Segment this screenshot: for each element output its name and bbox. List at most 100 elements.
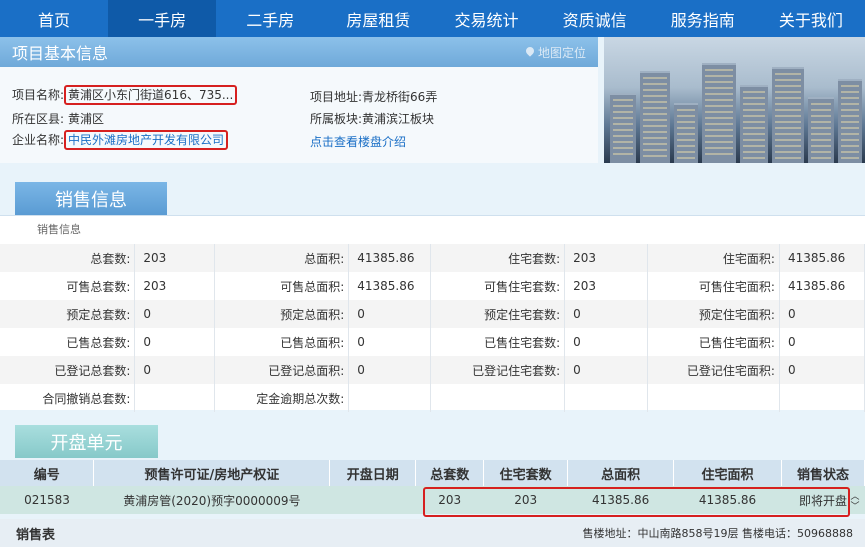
map-location-link[interactable]: 地图定位	[526, 44, 586, 61]
table-header-row: 编号 预售许可证/房地产权证 开盘日期 总套数 住宅套数 总面积 住宅面积 销售…	[0, 460, 865, 486]
nav-new-homes[interactable]: 一手房	[108, 0, 217, 37]
sales-stat-value: 0	[564, 300, 649, 328]
building-shape	[702, 63, 736, 163]
nav-second-hand[interactable]: 二手房	[216, 0, 324, 37]
nav-statistics[interactable]: 交易统计	[433, 0, 541, 37]
nav-rental[interactable]: 房屋租赁	[324, 0, 432, 37]
address-row: 项目地址:青龙桥街66弄	[310, 88, 437, 105]
address-value: 青龙桥街66弄	[362, 90, 438, 104]
residential-units: 203	[483, 486, 568, 514]
sales-stat-label	[430, 384, 566, 412]
sales-stat-value: 41385.86	[779, 244, 865, 272]
sales-stat-value: 0	[348, 356, 432, 384]
sales-stat-value: 0	[134, 300, 216, 328]
nav-credentials[interactable]: 资质诚信	[541, 0, 649, 37]
sales-stat-label: 已登记住宅面积:	[647, 356, 780, 384]
residential-area: 41385.86	[673, 486, 782, 514]
column-header: 销售状态	[781, 460, 865, 486]
sales-stat-label: 预定住宅面积:	[647, 300, 780, 328]
district-label: 所在区县:	[12, 112, 65, 126]
sales-info-row: 总套数: 203 总面积: 41385.86 住宅套数: 203 住宅面积: 41385.86	[0, 244, 865, 272]
company-row: 企业名称: 中民外滩房地产开发有限公司	[12, 130, 229, 150]
company-link[interactable]: 中民外滩房地产开发有限公司	[64, 130, 229, 150]
building-shape	[640, 71, 670, 163]
sales-office-info: 售楼地址：中山南路858号19层 售楼电话：50968888	[582, 527, 853, 540]
column-header: 开盘日期	[329, 460, 417, 486]
sales-info-subtitle: 销售信息	[37, 223, 81, 236]
sales-stat-value: 41385.86	[779, 272, 865, 300]
sales-stat-label: 住宅套数:	[430, 244, 566, 272]
sales-info-row: 已登记总套数: 0 已登记总面积: 0 已登记住宅套数: 0 已登记住宅面积: 0	[0, 356, 865, 384]
district-value: 黄浦区	[68, 112, 105, 126]
sales-stat-value: 0	[348, 300, 432, 328]
sales-stat-label: 已售住宅套数:	[430, 328, 566, 356]
building-shape	[674, 103, 698, 163]
district-row: 所在区县: 黄浦区	[12, 110, 104, 127]
sales-stat-label: 住宅面积:	[647, 244, 780, 272]
sales-info-panel: 销售信息 总套数: 203 总面积: 41385.86 住宅套数: 203 住宅面积: 413…	[0, 215, 865, 412]
sales-stat-label: 可售住宅套数:	[430, 272, 566, 300]
sales-stat-value: 0	[134, 356, 216, 384]
sales-stat-value: 203	[134, 244, 216, 272]
sales-stat-label: 可售总面积:	[214, 272, 350, 300]
project-info-header: 项目基本信息 地图定位	[0, 37, 598, 67]
building-shape	[808, 97, 834, 163]
sales-stat-label: 定金逾期总次数:	[214, 384, 350, 412]
project-name-value: 黄浦区小东门街道616、735...	[64, 85, 238, 105]
table-row[interactable]: 021583 黄浦房管(2020)预字0000009号 203 203 4138…	[0, 486, 865, 514]
sales-stat-label: 预定总套数:	[0, 300, 136, 328]
sales-stat-label: 可售住宅面积:	[647, 272, 780, 300]
nav-service-guide[interactable]: 服务指南	[649, 0, 757, 37]
sales-stat-value	[134, 384, 216, 412]
sales-stat-label: 已登记总面积:	[214, 356, 350, 384]
sales-stat-value	[348, 384, 432, 412]
sales-stat-label: 已售总套数:	[0, 328, 136, 356]
block-value: 黄浦滨江板块	[362, 112, 435, 126]
total-units: 203	[415, 486, 484, 514]
project-intro-link[interactable]: 点击查看楼盘介绍	[310, 133, 406, 150]
sales-info-row: 已售总套数: 0 已售总面积: 0 已售住宅套数: 0 已售住宅面积: 0	[0, 328, 865, 356]
permit-number: 黄浦房管(2020)预字0000009号	[93, 486, 330, 514]
sales-info-tab[interactable]: 销售信息	[15, 182, 167, 215]
sales-stat-label: 预定总面积:	[214, 300, 350, 328]
sales-stat-value: 0	[779, 328, 865, 356]
sales-stat-label: 可售总套数:	[0, 272, 136, 300]
scroll-arrows-icon[interactable]: ︿ ﹀	[848, 489, 862, 515]
sales-stat-label: 预定住宅套数:	[430, 300, 566, 328]
top-nav: 首页 一手房 二手房 房屋租赁 交易统计 资质诚信 服务指南 关于我们	[0, 0, 865, 37]
sales-table-footer: 销售表 售楼地址：中山南路858号19层 售楼电话：50968888	[0, 519, 865, 547]
sales-stat-label	[647, 384, 780, 412]
nav-home[interactable]: 首页	[0, 0, 108, 37]
project-info-panel: 项目基本信息 地图定位 项目名称: 黄浦区小东门街道616、735... 所在区县…	[0, 37, 598, 163]
sales-stat-label: 已售住宅面积:	[647, 328, 780, 356]
column-header: 总套数	[415, 460, 485, 486]
sales-stat-value: 0	[564, 328, 649, 356]
sales-info-row: 预定总套数: 0 预定总面积: 0 预定住宅套数: 0 预定住宅面积: 0	[0, 300, 865, 328]
building-shape	[740, 85, 768, 163]
sales-info-grid: 总套数: 203 总面积: 41385.86 住宅套数: 203 住宅面积: 41385.86…	[0, 244, 865, 412]
map-pin-icon	[526, 47, 534, 57]
total-area: 41385.86	[567, 486, 674, 514]
sales-stat-value: 0	[134, 328, 216, 356]
column-header: 总面积	[567, 460, 675, 486]
project-info-title: 项目基本信息	[12, 44, 109, 63]
building-shape	[610, 93, 636, 163]
building-shape	[772, 67, 804, 163]
project-name-row: 项目名称: 黄浦区小东门街道616、735...	[12, 85, 238, 105]
opening-units-tab[interactable]: 开盘单元	[15, 425, 158, 458]
sales-stat-label: 已售总面积:	[214, 328, 350, 356]
sales-stat-label: 总面积:	[214, 244, 350, 272]
column-header: 住宅套数	[483, 460, 569, 486]
sales-stat-value: 0	[779, 356, 865, 384]
sales-stat-value	[564, 384, 649, 412]
opening-units-table: 编号 预售许可证/房地产权证 开盘日期 总套数 住宅套数 总面积 住宅面积 销售…	[0, 460, 865, 514]
sales-table-title: 销售表	[16, 527, 56, 543]
map-location-label: 地图定位	[537, 45, 586, 60]
sales-stat-label: 合同撤销总套数:	[0, 384, 136, 412]
nav-about[interactable]: 关于我们	[757, 0, 865, 37]
building-shape	[838, 79, 862, 163]
column-header: 预售许可证/房地产权证	[93, 460, 331, 486]
sales-stat-label: 已登记住宅套数:	[430, 356, 566, 384]
address-label: 项目地址:	[310, 90, 363, 104]
column-header: 住宅面积	[673, 460, 783, 486]
